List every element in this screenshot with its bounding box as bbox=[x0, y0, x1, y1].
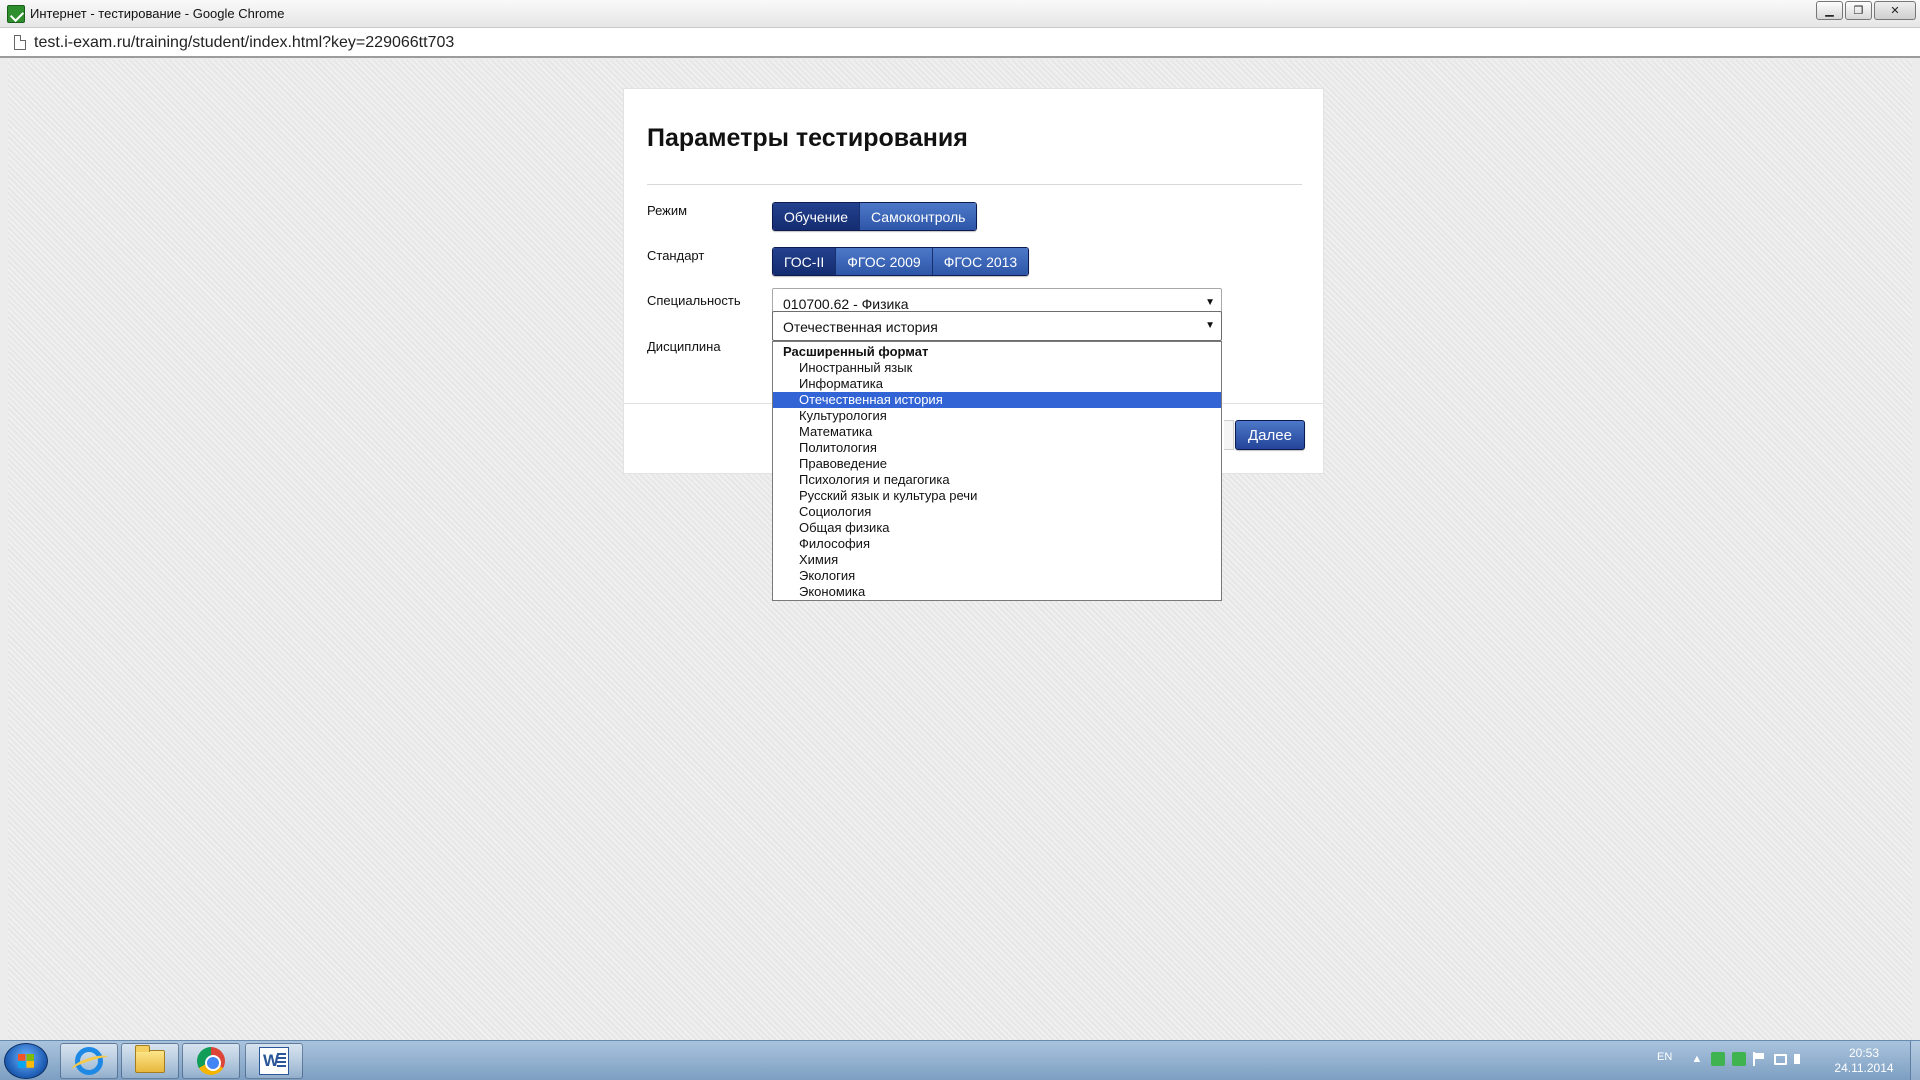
chrome-icon bbox=[197, 1047, 225, 1075]
minimize-icon: ▁ bbox=[1825, 5, 1834, 17]
prev-button-edge bbox=[1224, 420, 1234, 450]
show-hidden-icons-icon[interactable]: ▲ bbox=[1690, 1052, 1704, 1066]
page-content: Параметры тестирования Режим Обучение Са… bbox=[8, 60, 1912, 1040]
dropdown-option[interactable]: Социология bbox=[773, 504, 1221, 520]
standard-button-group: ГОС-II ФГОС 2009 ФГОС 2013 bbox=[772, 247, 1030, 276]
standard-option-fgos2013[interactable]: ФГОС 2013 bbox=[932, 248, 1029, 275]
volume-icon[interactable] bbox=[1794, 1054, 1804, 1064]
window-controls: ▁ ❐ ✕ bbox=[1816, 1, 1916, 20]
dropdown-option[interactable]: Правоведение bbox=[773, 456, 1221, 472]
dropdown-option[interactable]: Общая физика bbox=[773, 520, 1221, 536]
close-icon: ✕ bbox=[1890, 5, 1900, 17]
dropdown-option[interactable]: Культурология bbox=[773, 408, 1221, 424]
language-indicator[interactable]: EN bbox=[1657, 1051, 1672, 1063]
specialty-value: 010700.62 - Физика bbox=[783, 296, 909, 312]
chevron-down-icon: ▼ bbox=[1205, 320, 1215, 331]
page-icon bbox=[14, 35, 26, 50]
mode-label: Режим bbox=[647, 203, 688, 218]
tray-app-icon[interactable] bbox=[1711, 1052, 1725, 1066]
file-explorer-icon bbox=[135, 1044, 165, 1073]
maximize-icon: ❐ bbox=[1853, 5, 1864, 17]
mode-option-selfcheck[interactable]: Самоконтроль bbox=[860, 203, 977, 230]
dropdown-option[interactable]: Иностранный язык bbox=[773, 360, 1221, 376]
window-title: Интернет - тестирование - Google Chrome bbox=[30, 6, 285, 21]
tray-update-icon[interactable] bbox=[1732, 1052, 1746, 1066]
clock-date: 24.11.2014 bbox=[1834, 1061, 1894, 1075]
dropdown-option[interactable]: Политология bbox=[773, 440, 1221, 456]
discipline-dropdown-list[interactable]: Расширенный формат Иностранный язык Инфор… bbox=[772, 341, 1222, 601]
taskbar: W EN ▲ 20:53 24.11.2014 bbox=[0, 1040, 1920, 1080]
standard-option-gos2[interactable]: ГОС-II bbox=[773, 248, 837, 275]
close-button[interactable]: ✕ bbox=[1874, 1, 1916, 20]
dropdown-group-label: Расширенный формат bbox=[783, 344, 929, 359]
mode-option-training[interactable]: Обучение bbox=[773, 203, 861, 230]
dropdown-option[interactable]: Экономика bbox=[773, 584, 1221, 600]
discipline-label: Дисциплина bbox=[647, 339, 721, 354]
standard-option-fgos2009[interactable]: ФГОС 2009 bbox=[836, 248, 933, 275]
app-logo-icon bbox=[7, 5, 25, 23]
taskbar-chrome-button[interactable] bbox=[182, 1043, 240, 1079]
dropdown-option[interactable]: Отечественная история bbox=[773, 392, 1221, 408]
page-title: Параметры тестирования bbox=[647, 124, 968, 152]
dropdown-option[interactable]: Русский язык и культура речи bbox=[773, 488, 1221, 504]
taskbar-explorer-button[interactable] bbox=[121, 1043, 179, 1079]
minimize-button[interactable]: ▁ bbox=[1816, 1, 1843, 20]
internet-explorer-icon bbox=[75, 1047, 103, 1075]
dropdown-option[interactable]: Информатика bbox=[773, 376, 1221, 392]
dropdown-option[interactable]: Экология bbox=[773, 568, 1221, 584]
specialty-label: Специальность bbox=[647, 293, 741, 308]
network-icon[interactable] bbox=[1774, 1054, 1787, 1065]
title-divider bbox=[647, 184, 1302, 185]
test-params-card: Параметры тестирования Режим Обучение Са… bbox=[623, 88, 1324, 601]
clock-time: 20:53 bbox=[1848, 1046, 1880, 1060]
address-bar[interactable]: test.i-exam.ru/training/student/index.ht… bbox=[0, 28, 1920, 58]
action-center-flag-icon[interactable] bbox=[1753, 1052, 1767, 1066]
taskbar-word-button[interactable]: W bbox=[245, 1043, 303, 1079]
taskbar-ie-button[interactable] bbox=[60, 1043, 118, 1079]
next-button[interactable]: Далее bbox=[1235, 420, 1305, 450]
discipline-value: Отечественная история bbox=[783, 319, 938, 335]
mode-button-group: Обучение Самоконтроль bbox=[772, 202, 978, 231]
show-desktop-button[interactable] bbox=[1910, 1041, 1920, 1080]
discipline-select[interactable]: Отечественная история ▼ bbox=[772, 311, 1222, 341]
url-text[interactable]: test.i-exam.ru/training/student/index.ht… bbox=[34, 34, 454, 52]
window-titlebar[interactable]: Интернет - тестирование - Google Chrome … bbox=[0, 0, 1920, 28]
dropdown-option[interactable]: Химия bbox=[773, 552, 1221, 568]
start-button[interactable] bbox=[4, 1043, 48, 1079]
clock[interactable]: 20:53 24.11.2014 bbox=[1820, 1046, 1908, 1076]
dropdown-option[interactable]: Психология и педагогика bbox=[773, 472, 1221, 488]
system-tray: ▲ bbox=[1690, 1052, 1804, 1066]
standard-label: Стандарт bbox=[647, 248, 705, 263]
chevron-down-icon: ▼ bbox=[1205, 297, 1215, 308]
dropdown-option[interactable]: Математика bbox=[773, 424, 1221, 440]
word-icon: W bbox=[259, 1047, 289, 1075]
maximize-button[interactable]: ❐ bbox=[1845, 1, 1872, 20]
dropdown-option[interactable]: Философия bbox=[773, 536, 1221, 552]
